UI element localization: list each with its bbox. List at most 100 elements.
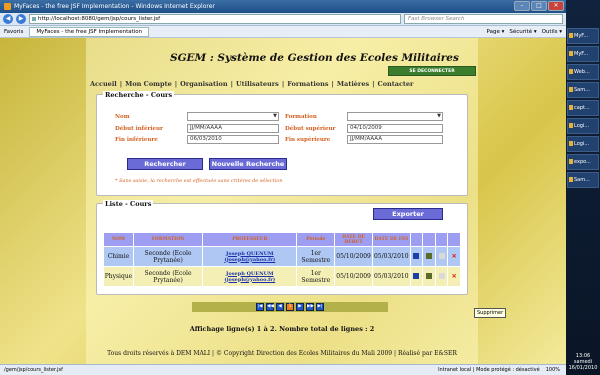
- cell-action: [409, 246, 424, 267]
- table-row: Physique Seconde (Ecole Prytanée) Joseph…: [103, 266, 461, 287]
- taskbar-item[interactable]: Sam...: [567, 172, 599, 188]
- next-page-icon[interactable]: ▶: [296, 303, 304, 311]
- col-action: [447, 232, 461, 247]
- window-title: MyFaces - the free JSF Implementation - …: [14, 3, 215, 10]
- cell-formation: Seconde (Ecole Prytanée): [132, 246, 204, 267]
- list-legend: Liste - Cours: [103, 200, 154, 208]
- list-summary: Affichage ligne(s) 1 à 2. Nombre total d…: [189, 325, 375, 333]
- list-panel: Liste - Cours Exporter NOM FORMATION PRO…: [96, 200, 468, 295]
- fin-inf-label: Fin inférieure: [115, 137, 158, 143]
- taskbar-item[interactable]: MyF...: [567, 28, 599, 44]
- group-icon[interactable]: [426, 272, 433, 279]
- tools-menu[interactable]: Outils ▾: [542, 29, 562, 35]
- debut-sup-input[interactable]: 04/10/2009: [347, 124, 443, 133]
- debut-sup-label: Début supérieur: [285, 126, 336, 132]
- cell-nom: Physique: [103, 266, 134, 287]
- formation-select[interactable]: ▼: [347, 112, 443, 121]
- cell-action: [434, 246, 449, 267]
- taskbar: MyF... MyF... Web... Sam... capt... Logi…: [566, 0, 600, 375]
- security-menu[interactable]: Sécurité ▾: [509, 29, 536, 35]
- maximize-button[interactable]: □: [531, 1, 547, 11]
- col-periode: Période: [296, 232, 336, 247]
- first-page-icon[interactable]: |◀: [256, 303, 264, 311]
- nom-label: Nom: [115, 114, 130, 120]
- main-menu: Accueil | Mon Compte | Organisation | Ut…: [90, 80, 414, 88]
- forward-icon[interactable]: ▶: [16, 14, 26, 24]
- cell-date-fin: 05/03/2010: [371, 266, 411, 287]
- search-input[interactable]: Fast Browser Search: [404, 14, 563, 24]
- page-content: SGEM : Système de Gestion des Ecoles Mil…: [0, 38, 566, 364]
- professor-email-link[interactable]: (joseph@yahoo.fr): [203, 257, 296, 263]
- footer-text: Tous droits réservés à DEM MALI | © Copy…: [107, 350, 457, 357]
- taskbar-item[interactable]: MyF...: [567, 46, 599, 62]
- last-page-icon[interactable]: ▶|: [316, 303, 324, 311]
- delete-icon[interactable]: ✕: [452, 273, 457, 280]
- fin-sup-label: Fin supérieure: [285, 137, 331, 143]
- favorites-button[interactable]: Favoris: [4, 29, 23, 35]
- prev-page-icon[interactable]: ◀: [276, 303, 284, 311]
- col-action: [409, 232, 424, 247]
- fin-sup-input[interactable]: JJ/MM/AAAA: [347, 135, 443, 144]
- taskbar-item[interactable]: Logi...: [567, 136, 599, 152]
- taskbar-item[interactable]: expo...: [567, 154, 599, 170]
- taskbar-item[interactable]: Web...: [567, 64, 599, 80]
- cell-date-debut: 05/10/2009: [334, 246, 373, 267]
- cell-action: [422, 266, 436, 287]
- cell-periode: 1er Semestre: [296, 266, 336, 287]
- status-zone: Intranet local | Mode protégé : désactiv…: [438, 367, 540, 373]
- user-icon[interactable]: [413, 272, 420, 279]
- menu-organisation[interactable]: Organisation: [180, 80, 227, 88]
- browser-tab[interactable]: MyFaces - the free JSF Implementation: [29, 26, 150, 37]
- debut-inf-label: Début inférieur: [115, 126, 163, 132]
- fast-back-icon[interactable]: ◀◀: [266, 303, 274, 311]
- menu-separator: |: [372, 80, 375, 88]
- clock[interactable]: 13:06 samedi 16/01/2010: [566, 353, 600, 371]
- minimize-button[interactable]: –: [514, 1, 530, 11]
- zoom-level[interactable]: 100%: [546, 367, 560, 373]
- menu-accueil[interactable]: Accueil: [90, 80, 117, 88]
- export-button[interactable]: Exporter: [373, 208, 443, 220]
- url-input[interactable]: http://localhost:8080/gem/jsp/cours_list…: [29, 14, 401, 24]
- clock-date: 16/01/2010: [568, 365, 598, 371]
- edit-icon[interactable]: [438, 272, 445, 279]
- cell-action: [434, 266, 449, 287]
- edit-icon[interactable]: [438, 252, 445, 259]
- nom-select[interactable]: ▼: [187, 112, 279, 121]
- taskbar-item[interactable]: capt...: [567, 100, 599, 116]
- ie-icon: [4, 3, 11, 10]
- formation-label: Formation: [285, 114, 317, 120]
- fast-forward-icon[interactable]: ▶▶: [306, 303, 314, 311]
- search-button[interactable]: Rechercher: [127, 158, 203, 170]
- favorites-bar: Favoris MyFaces - the free JSF Implement…: [0, 26, 566, 38]
- cell-action: ✕: [447, 266, 461, 287]
- debut-inf-input[interactable]: JJ/MM/AAAA: [187, 124, 279, 133]
- new-search-button[interactable]: Nouvelle Recherche: [209, 158, 287, 170]
- back-icon[interactable]: ◀: [3, 14, 13, 24]
- taskbar-item[interactable]: Sam...: [567, 82, 599, 98]
- professor-email-link[interactable]: (joseph@yahoo.fr): [203, 277, 296, 283]
- taskbar-item[interactable]: Logi...: [567, 118, 599, 134]
- col-action: [434, 232, 449, 247]
- address-bar: ◀ ▶ http://localhost:8080/gem/jsp/cours_…: [0, 13, 566, 26]
- group-icon[interactable]: [426, 252, 433, 259]
- menu-separator: |: [230, 80, 233, 88]
- menu-formations[interactable]: Formations: [287, 80, 328, 88]
- logout-button[interactable]: SE DECONNECTER: [388, 66, 476, 76]
- close-button[interactable]: ✕: [548, 1, 564, 11]
- col-action: [422, 232, 436, 247]
- fin-inf-input[interactable]: 06/03/2010: [187, 135, 279, 144]
- menu-contacter[interactable]: Contacter: [378, 80, 414, 88]
- page-menu[interactable]: Page ▾: [487, 29, 505, 35]
- menu-matieres[interactable]: Matières: [337, 80, 369, 88]
- delete-icon[interactable]: ✕: [452, 253, 457, 260]
- cell-professeur: Joseph QUENUM (joseph@yahoo.fr): [202, 266, 298, 287]
- menu-mon-compte[interactable]: Mon Compte: [125, 80, 172, 88]
- status-path: /gem/jsp/cours_lister.jsf: [4, 367, 63, 373]
- user-icon[interactable]: [413, 252, 420, 259]
- menu-separator: |: [119, 80, 123, 88]
- cell-date-fin: 05/03/2010: [371, 246, 411, 267]
- cell-professeur: Joseph QUENUM (joseph@yahoo.fr): [202, 246, 298, 267]
- menu-utilisateurs[interactable]: Utilisateurs: [236, 80, 279, 88]
- current-page-icon[interactable]: 1: [286, 303, 294, 311]
- col-date-fin: DATE DE FIN: [371, 232, 411, 247]
